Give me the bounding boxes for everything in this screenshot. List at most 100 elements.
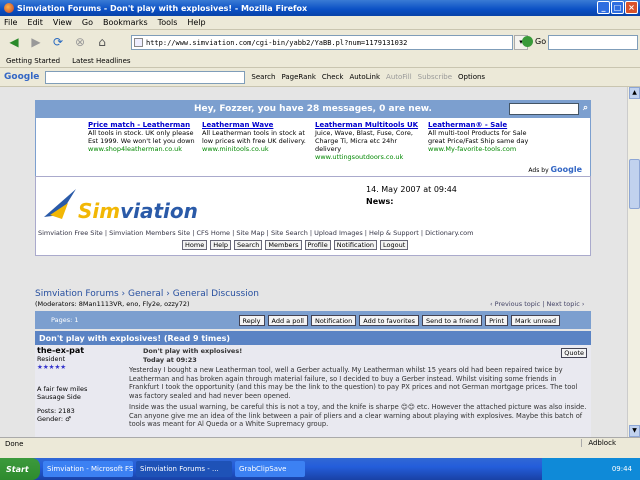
clock: 09:44 xyxy=(611,465,632,473)
close-button[interactable]: × xyxy=(625,1,638,14)
post-paragraph: Yesterday I bought a new Leatherman tool… xyxy=(129,366,578,400)
ad-url[interactable]: www.uttingsoutdoors.co.uk xyxy=(315,153,425,161)
status-bar: Done Adblock xyxy=(0,437,640,450)
topic-navigation[interactable]: ‹ Previous topic | Next topic › xyxy=(490,300,584,308)
breadcrumb[interactable]: Simviation Forums › General › General Di… xyxy=(35,289,259,299)
window-titlebar: Simviation Forums - Don't play with expl… xyxy=(0,0,640,16)
simviation-logo[interactable]: Simviation xyxy=(78,199,198,223)
google-search-button[interactable]: Search xyxy=(251,73,275,81)
home-button[interactable]: ⌂ xyxy=(92,33,112,51)
ad-url[interactable]: www.minitools.co.uk xyxy=(202,145,312,153)
ads-by-brand: Google xyxy=(550,165,582,174)
plane-logo-icon xyxy=(44,189,76,219)
back-button[interactable]: ◀ xyxy=(4,33,24,51)
ads-by-label: Ads by xyxy=(528,167,549,174)
menu-file[interactable]: File xyxy=(4,18,17,27)
ad-url[interactable]: www.shop4leatherman.co.uk xyxy=(88,145,198,153)
notification-link[interactable]: Notification xyxy=(333,240,378,250)
post-time: Today at 09:23 xyxy=(143,355,197,364)
send-friend-button[interactable]: Send to a friend xyxy=(422,314,483,326)
status-text: Done xyxy=(5,440,24,448)
site-header-panel: Simviation 14. May 2007 at 09:44 News: S… xyxy=(35,176,591,256)
page-icon xyxy=(134,38,143,47)
add-poll-button[interactable]: Add a poll xyxy=(267,314,308,326)
print-button[interactable]: Print xyxy=(485,314,509,326)
url-bar[interactable]: http://www.simviation.com/cgi-bin/yabb2/… xyxy=(131,35,513,50)
reload-button[interactable]: ⟳ xyxy=(48,33,68,51)
stop-icon: ⊗ xyxy=(74,35,86,49)
author-posts: Posts: 2183 xyxy=(37,407,75,415)
task-simviation-forums[interactable]: Simviation Forums - ... xyxy=(136,461,232,477)
bookmark-latest-headlines[interactable]: Latest Headlines xyxy=(72,57,130,65)
stop-button[interactable]: ⊗ xyxy=(70,33,90,51)
help-link[interactable]: Help xyxy=(210,240,232,250)
google-search-input[interactable] xyxy=(45,70,246,84)
ad-4[interactable]: Leatherman® - Sale All multi-tool Produc… xyxy=(428,121,538,153)
profile-link[interactable]: Profile xyxy=(304,240,331,250)
autofill-button[interactable]: AutoFill xyxy=(386,73,412,81)
ads-by-google[interactable]: Ads by Google xyxy=(528,165,582,174)
forward-button[interactable]: ▶ xyxy=(26,33,46,51)
search-icon[interactable]: ⌕ xyxy=(583,103,588,113)
pages-indicator: Pages: 1 xyxy=(51,316,79,324)
ad-text: All multi-tool Products for Sale great P… xyxy=(428,129,529,145)
author-info: A fair few miles xyxy=(37,385,88,393)
scroll-up-icon[interactable]: ▲ xyxy=(629,87,640,99)
forum-search-input[interactable] xyxy=(509,103,579,115)
scroll-down-icon[interactable]: ▼ xyxy=(629,425,640,437)
ad-3[interactable]: Leatherman Multitools UK Juice, Wave, Bl… xyxy=(315,121,425,161)
members-link[interactable]: Members xyxy=(265,240,302,250)
ad-title[interactable]: Leatherman Wave xyxy=(202,121,312,129)
bookmark-getting-started[interactable]: Getting Started xyxy=(6,57,60,65)
ad-text: All Leatherman tools in stock at low pri… xyxy=(202,129,306,145)
vertical-scrollbar[interactable]: ▲ ▼ xyxy=(627,87,640,437)
topic-title-bar: Don't play with explosives! (Read 9 time… xyxy=(35,331,591,345)
author-name[interactable]: the-ex-pat xyxy=(37,347,122,355)
window-title: Simviation Forums - Don't play with expl… xyxy=(17,3,308,13)
ad-text: All tools in stock. UK only please Est 1… xyxy=(88,129,195,145)
logout-link[interactable]: Logout xyxy=(380,240,409,250)
notification-button[interactable]: Notification xyxy=(310,314,357,326)
search-input[interactable] xyxy=(548,35,638,50)
topic-title: Don't play with explosives! (Read 9 time… xyxy=(39,333,231,343)
windows-taskbar: Start Simviation - Microsoft FSX... Simv… xyxy=(0,458,640,480)
subscribe-button[interactable]: Subscribe xyxy=(418,73,452,81)
url-text: http://www.simviation.com/cgi-bin/yabb2/… xyxy=(146,38,408,47)
menu-edit[interactable]: Edit xyxy=(27,18,43,27)
task-grabclipsave[interactable]: GrabClipSave xyxy=(235,461,305,477)
add-favorites-button[interactable]: Add to favorites xyxy=(359,314,419,326)
menu-tools[interactable]: Tools xyxy=(158,18,178,27)
home-link[interactable]: Home xyxy=(182,240,208,250)
ad-title[interactable]: Leatherman Multitools UK xyxy=(315,121,425,129)
start-label: Start xyxy=(6,464,29,474)
minimize-button[interactable]: _ xyxy=(597,1,610,14)
maximize-button[interactable]: □ xyxy=(611,1,624,14)
moderators-list: (Moderators: 8Man1113VR, eno, Fly2e, ozz… xyxy=(35,300,190,308)
options-button[interactable]: Options xyxy=(458,73,485,81)
ad-url[interactable]: www.My-favorite-tools.com xyxy=(428,145,538,153)
menu-go[interactable]: Go xyxy=(82,18,93,27)
navigation-toolbar: ◀ ▶ ⟳ ⊗ ⌂ http://www.simviation.com/cgi-… xyxy=(0,30,640,54)
mark-unread-button[interactable]: Mark unread xyxy=(511,314,561,326)
ad-1[interactable]: Price match - Leatherman All tools in st… xyxy=(88,121,198,153)
autolink-button[interactable]: AutoLink xyxy=(349,73,380,81)
ad-title[interactable]: Price match - Leatherman xyxy=(88,121,198,129)
menu-help[interactable]: Help xyxy=(187,18,205,27)
go-button[interactable]: Go xyxy=(522,36,546,47)
check-button[interactable]: Check xyxy=(322,73,344,81)
task-simviation-fsx[interactable]: Simviation - Microsoft FSX... xyxy=(43,461,133,477)
menu-view[interactable]: View xyxy=(53,18,72,27)
scroll-thumb[interactable] xyxy=(629,159,640,209)
menu-bookmarks[interactable]: Bookmarks xyxy=(103,18,148,27)
ad-2[interactable]: Leatherman Wave All Leatherman tools in … xyxy=(202,121,312,153)
reply-button[interactable]: Reply xyxy=(238,314,265,326)
current-date: 14. May 2007 at 09:44 xyxy=(366,185,457,194)
forward-arrow-icon: ▶ xyxy=(31,35,41,49)
adblock-button[interactable]: Adblock xyxy=(581,439,616,447)
start-button[interactable]: Start xyxy=(0,458,40,480)
ad-title[interactable]: Leatherman® - Sale xyxy=(428,121,538,129)
page-content: Hey, Fozzer, you have 28 messages, 0 are… xyxy=(0,87,627,437)
search-link[interactable]: Search xyxy=(234,240,263,250)
quote-button[interactable]: Quote xyxy=(561,348,587,358)
site-navigation-links[interactable]: Simviation Free Site | Simviation Member… xyxy=(38,229,473,237)
